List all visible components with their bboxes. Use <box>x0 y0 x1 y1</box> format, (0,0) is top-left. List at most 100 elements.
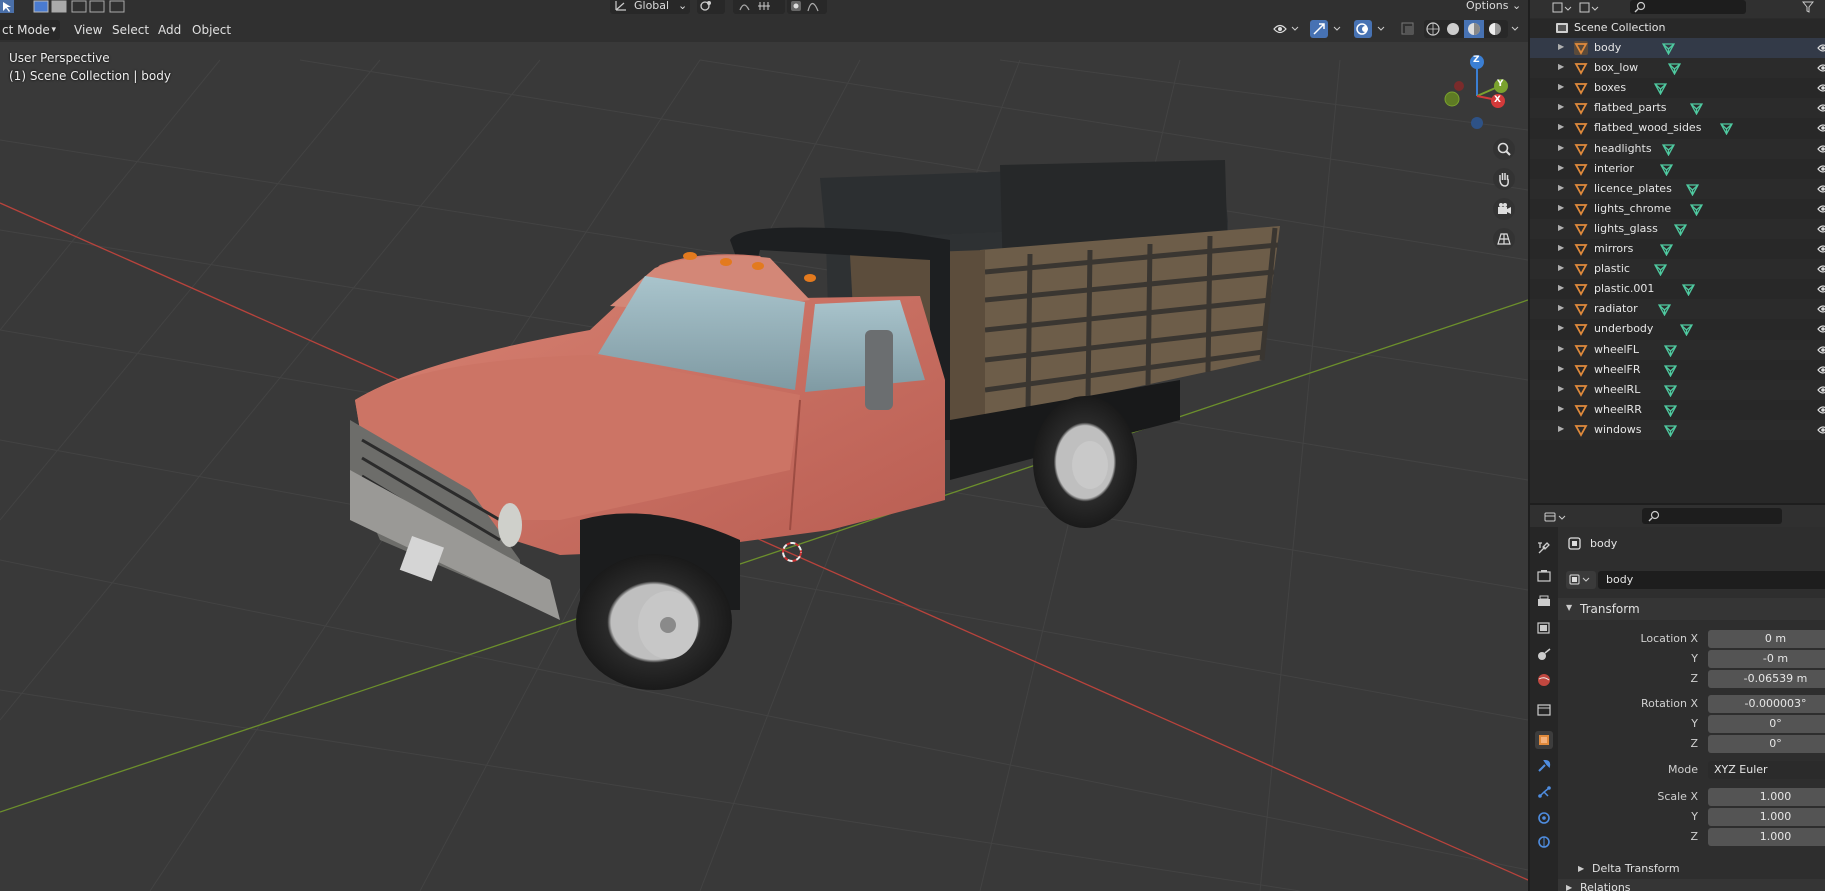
outliner-item[interactable]: ▶ radiator <box>1530 299 1825 320</box>
outliner-item[interactable]: ▶ plastic <box>1530 259 1825 280</box>
relations-title[interactable]: Relations <box>1580 881 1631 891</box>
mesh-data-icon[interactable] <box>1664 404 1677 417</box>
location-z-field[interactable]: -0.06539 m <box>1708 670 1825 688</box>
tab-particles[interactable] <box>1535 783 1553 801</box>
mesh-data-icon[interactable] <box>1664 364 1677 377</box>
expand-arrow-icon[interactable]: ▶ <box>1558 203 1564 212</box>
expand-arrow-icon[interactable]: ▶ <box>1558 424 1564 433</box>
scale-z-field[interactable]: 1.000 <box>1708 828 1825 846</box>
shading-mode-icons[interactable] <box>1424 20 1524 38</box>
tab-view-layer[interactable] <box>1535 619 1553 637</box>
outliner-item[interactable]: ▶ licence_plates <box>1530 178 1825 199</box>
object-datablock-selector[interactable] <box>1566 571 1596 589</box>
expand-arrow-icon[interactable]: ▶ <box>1558 364 1564 373</box>
gizmo-axis-y[interactable]: Y <box>1497 79 1504 89</box>
tab-modifiers[interactable] <box>1535 757 1553 775</box>
mesh-data-icon[interactable] <box>1660 243 1673 256</box>
rotation-y-field[interactable]: 0° <box>1708 715 1825 733</box>
outliner-item[interactable]: ▶ plastic.001 <box>1530 279 1825 299</box>
outliner-root[interactable]: Scene Collection <box>1530 19 1825 37</box>
expand-arrow-icon[interactable]: ▶ <box>1558 384 1564 393</box>
mesh-data-icon[interactable] <box>1658 303 1671 317</box>
outliner-item[interactable]: ▶ flatbed_wood_sides <box>1530 118 1825 138</box>
expand-arrow-icon[interactable]: ▶ <box>1558 102 1564 111</box>
visibility-dropdown[interactable] <box>1272 21 1302 37</box>
outliner-item[interactable]: ▶ interior <box>1530 159 1825 179</box>
visibility-eye-icon[interactable] <box>1817 102 1825 114</box>
visibility-eye-icon[interactable] <box>1817 223 1825 235</box>
expand-arrow-icon[interactable]: ▶ <box>1558 223 1564 232</box>
mesh-data-icon[interactable] <box>1668 62 1681 76</box>
visibility-eye-icon[interactable] <box>1817 62 1825 74</box>
mesh-data-icon[interactable] <box>1664 424 1677 437</box>
tab-scene[interactable] <box>1535 645 1553 663</box>
expand-arrow-icon[interactable]: ▶ <box>1558 143 1564 152</box>
expand-arrow-icon[interactable]: ▶ <box>1558 122 1564 131</box>
mesh-data-icon[interactable] <box>1662 42 1675 55</box>
expand-arrow-icon[interactable]: ▶ <box>1558 62 1564 71</box>
expand-arrow-icon[interactable]: ▶ <box>1558 323 1564 332</box>
object-name-field[interactable]: body <box>1598 571 1825 589</box>
visibility-eye-icon[interactable] <box>1817 283 1825 295</box>
expand-arrow-icon[interactable]: ▶ <box>1558 303 1564 312</box>
tab-render[interactable] <box>1535 567 1553 585</box>
rotation-mode-dropdown[interactable]: XYZ Euler ⌄ <box>1708 761 1825 779</box>
gizmo-toggle-icon[interactable] <box>1310 20 1346 38</box>
outliner-item[interactable]: ▶ mirrors <box>1530 239 1825 259</box>
visibility-eye-icon[interactable] <box>1817 404 1825 416</box>
visibility-eye-icon[interactable] <box>1817 243 1825 255</box>
outliner-item[interactable]: ▶ lights_glass <box>1530 218 1825 239</box>
mesh-data-icon[interactable] <box>1674 223 1687 236</box>
outliner-item[interactable]: ▶ wheelRL <box>1530 379 1825 400</box>
tab-world[interactable] <box>1535 671 1553 689</box>
visibility-eye-icon[interactable] <box>1817 303 1825 315</box>
editor-type-icon[interactable] <box>1544 510 1572 524</box>
outliner-item[interactable]: ▶ box_low <box>1530 58 1825 79</box>
expand-arrow-icon[interactable]: ▶ <box>1558 163 1564 172</box>
visibility-eye-icon[interactable] <box>1817 183 1825 195</box>
viewport-scene[interactable] <box>0 42 1528 891</box>
mesh-data-icon[interactable] <box>1686 183 1699 196</box>
expand-arrow-icon[interactable]: ▶ <box>1558 82 1564 91</box>
mesh-data-icon[interactable] <box>1720 122 1733 136</box>
outliner-item[interactable]: ▶ wheelFL <box>1530 339 1825 360</box>
visibility-eye-icon[interactable] <box>1817 203 1825 215</box>
delta-transform-title[interactable]: Delta Transform <box>1592 862 1680 875</box>
zoom-icon[interactable] <box>1492 137 1516 161</box>
visibility-eye-icon[interactable] <box>1817 384 1825 396</box>
interaction-mode-dropdown[interactable]: ct Mode ▾ <box>0 20 60 40</box>
outliner-item[interactable]: ▶ headlights <box>1530 138 1825 159</box>
gizmo-axis-x[interactable]: X <box>1494 95 1501 105</box>
tab-physics[interactable] <box>1535 809 1553 827</box>
expand-arrow-icon[interactable]: ▶ <box>1558 263 1564 272</box>
expand-arrow-icon[interactable]: ▶ <box>1558 404 1564 413</box>
location-x-field[interactable]: 0 m <box>1708 630 1825 648</box>
menu-view[interactable]: View <box>68 20 108 40</box>
editor-type-icon[interactable] <box>1552 2 1602 14</box>
rotation-z-field[interactable]: 0° <box>1708 735 1825 753</box>
ortho-grid-icon[interactable] <box>1492 227 1516 251</box>
mesh-data-icon[interactable] <box>1680 323 1693 337</box>
visibility-eye-icon[interactable] <box>1817 424 1825 436</box>
overlays-toggle-icon[interactable] <box>1354 20 1390 38</box>
outliner-item[interactable]: ▶ wheelRR <box>1530 400 1825 420</box>
expand-arrow-icon[interactable]: ▶ <box>1558 243 1564 252</box>
menu-select[interactable]: Select <box>106 20 155 40</box>
outliner-item[interactable]: ▶ underbody <box>1530 319 1825 339</box>
pan-hand-icon[interactable] <box>1492 167 1516 191</box>
mesh-data-icon[interactable] <box>1664 384 1677 397</box>
location-y-field[interactable]: -0 m <box>1708 650 1825 668</box>
rotation-x-field[interactable]: -0.000003° <box>1708 695 1825 713</box>
outliner-item[interactable]: ▶ boxes <box>1530 78 1825 98</box>
mesh-data-icon[interactable] <box>1690 203 1703 216</box>
mesh-data-icon[interactable] <box>1660 163 1673 176</box>
outliner-item[interactable]: ▶ flatbed_parts <box>1530 98 1825 119</box>
3d-viewport[interactable]: User Perspective (1) Scene Collection | … <box>0 42 1528 891</box>
camera-icon[interactable] <box>1492 197 1516 221</box>
tab-constraints[interactable] <box>1535 833 1553 851</box>
visibility-eye-icon[interactable] <box>1817 143 1825 155</box>
outliner-item[interactable]: ▶ body <box>1530 38 1825 58</box>
expand-arrow-icon[interactable]: ▶ <box>1558 283 1564 292</box>
visibility-eye-icon[interactable] <box>1817 364 1825 376</box>
mesh-data-icon[interactable] <box>1662 143 1675 156</box>
